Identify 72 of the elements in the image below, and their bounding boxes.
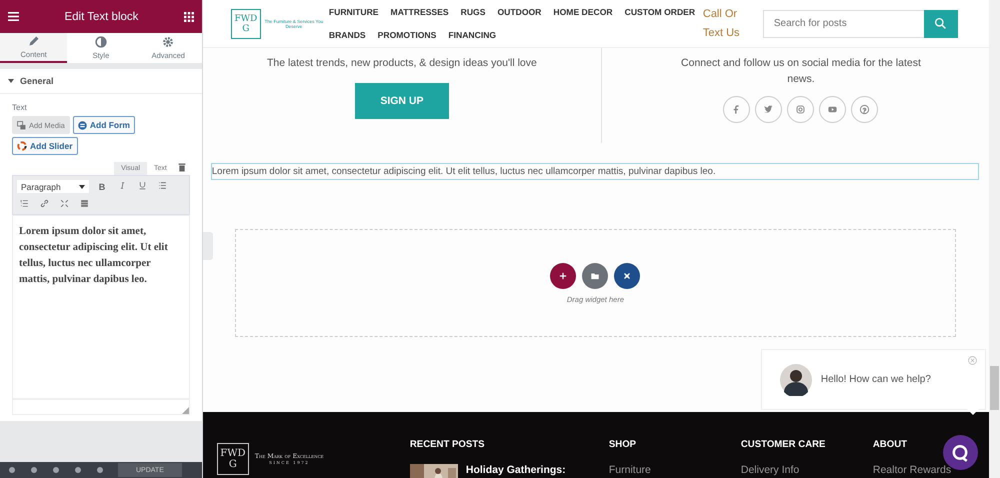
contrast-icon — [94, 36, 107, 48]
menu-icon — [8, 12, 19, 21]
footer-link[interactable]: Delivery Info — [740, 464, 873, 476]
nav-link[interactable]: FINANCING — [448, 30, 496, 40]
caret-icon — [79, 184, 85, 188]
social-link[interactable] — [755, 96, 782, 123]
cross-icon — [622, 270, 632, 280]
nav-link[interactable]: PROMOTIONS — [378, 30, 436, 40]
nav-link[interactable]: BRANDS — [328, 30, 366, 40]
nav-link[interactable]: RUGS — [460, 7, 486, 17]
fullscreen-icon — [60, 199, 68, 208]
bold-button[interactable]: B — [95, 182, 109, 192]
plus-icon — [558, 270, 568, 280]
footer-heading: RECENT POSTS — [410, 439, 486, 450]
addon-button[interactable] — [614, 262, 640, 288]
apps-grid-icon — [184, 12, 194, 22]
footer-link[interactable]: Realtor Rewards — [872, 464, 993, 476]
link-icon — [40, 199, 48, 208]
scrollbar-thumb[interactable] — [990, 366, 999, 410]
chat-message: Hello! How can we help? — [820, 374, 931, 385]
form-icon — [78, 120, 87, 130]
template-button[interactable] — [582, 262, 608, 288]
section-title[interactable]: General — [20, 76, 54, 86]
resize-handle-icon — [182, 407, 189, 414]
footer-logo[interactable]: FWDG — [216, 443, 249, 475]
social-link[interactable] — [851, 96, 878, 123]
toolbar-toggle-icon — [80, 199, 88, 208]
social-text: Connect and follow us on social media for the latest news. — [680, 56, 922, 87]
panel-title: Edit Text block — [64, 10, 138, 22]
close-icon[interactable] — [968, 356, 977, 365]
folder-icon — [590, 270, 600, 280]
numbered-list-icon — [20, 199, 28, 208]
newsletter-text: The latest trends, new products, & design ideas you'll love — [266, 56, 538, 71]
bullet-list-icon — [158, 181, 166, 190]
twitter-icon — [763, 104, 774, 115]
underline-icon — [138, 181, 146, 190]
panel-toggle-handle[interactable] — [202, 232, 213, 260]
social-link[interactable] — [723, 96, 750, 123]
youtube-icon — [827, 104, 838, 115]
add-widget-button[interactable] — [550, 262, 576, 288]
pencil-icon — [28, 35, 40, 47]
footer-heading: SHOP — [608, 439, 638, 450]
add-button[interactable]: Add Form — [72, 116, 135, 134]
trash-icon — [178, 163, 186, 172]
chat-bubble-icon — [951, 444, 970, 462]
search-icon — [934, 17, 948, 30]
footer-link[interactable]: Furniture — [608, 464, 741, 476]
format-dropdown[interactable]: Paragraph — [17, 180, 89, 193]
pinterest-icon — [859, 104, 870, 115]
search-button[interactable] — [924, 10, 958, 38]
social-link[interactable] — [819, 96, 846, 123]
nav-link[interactable]: OUTDOOR — [497, 7, 542, 17]
slider-logo-icon — [17, 141, 27, 151]
post-link[interactable]: Holiday Gatherings: — [466, 464, 566, 476]
add-button[interactable]: Add Slider — [12, 137, 78, 155]
social-link[interactable] — [787, 96, 814, 123]
text-editor[interactable]: Lorem ipsum dolor sit amet, consectetur adipiscing elit. Ut elit tellus, luctus nec ullamcorper mattis, pulvinar dapibus leo. — [12, 215, 190, 399]
search-field[interactable]: Search for posts — [762, 10, 924, 38]
footer-heading: CUSTOMER CARE — [740, 439, 826, 450]
field-label: Text — [12, 103, 28, 112]
nav-link[interactable]: FURNITURE — [328, 7, 379, 17]
footer-heading: ABOUT — [872, 439, 908, 450]
nav-link[interactable]: HOME DECOR — [553, 7, 613, 17]
call-link[interactable]: Call Or Text Us — [702, 4, 747, 42]
media-icon — [17, 120, 26, 130]
scrollbar[interactable] — [989, 0, 1000, 478]
text-block[interactable]: Lorem ipsum dolor sit amet, consectetur adipiscing elit. Ut elit tellus, luctus nec ullamcorper mattis, pulvinar dapibus leo. — [210, 163, 979, 180]
nav-link[interactable]: CUSTOM ORDER — [624, 7, 696, 17]
instagram-icon — [795, 104, 806, 115]
nav-link[interactable]: MATTRESSES — [390, 7, 449, 17]
gear-icon — [162, 36, 174, 48]
avatar-icon — [780, 364, 812, 396]
